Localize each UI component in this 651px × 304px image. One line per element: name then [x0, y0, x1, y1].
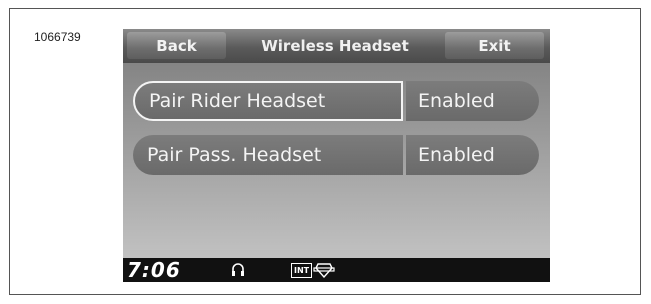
setting-row-pair-rider-headset[interactable]: Pair Rider Headset Enabled — [133, 81, 539, 121]
int-icon: INT — [291, 263, 313, 278]
figure-id-label: 1066739 — [34, 30, 81, 44]
clock-time: 7:06 — [127, 258, 181, 282]
page-title: Wireless Headset — [261, 37, 409, 55]
setting-label-pair-pass-headset[interactable]: Pair Pass. Headset — [133, 135, 403, 175]
bar-shield-icon — [313, 262, 335, 282]
setting-label-pair-rider-headset[interactable]: Pair Rider Headset — [133, 81, 403, 121]
headset-icon — [231, 262, 245, 282]
infotainment-screen: Back Wireless Headset Exit Pair Rider He… — [123, 29, 550, 282]
setting-value-pair-rider-headset[interactable]: Enabled — [406, 81, 539, 121]
setting-row-pair-pass-headset[interactable]: Pair Pass. Headset Enabled — [133, 135, 539, 175]
exit-button[interactable]: Exit — [445, 32, 544, 59]
setting-value-pair-pass-headset[interactable]: Enabled — [406, 135, 539, 175]
back-button[interactable]: Back — [127, 32, 226, 59]
top-bar: Back Wireless Headset Exit — [123, 29, 550, 63]
status-bar: 7:06 INT — [123, 258, 550, 282]
